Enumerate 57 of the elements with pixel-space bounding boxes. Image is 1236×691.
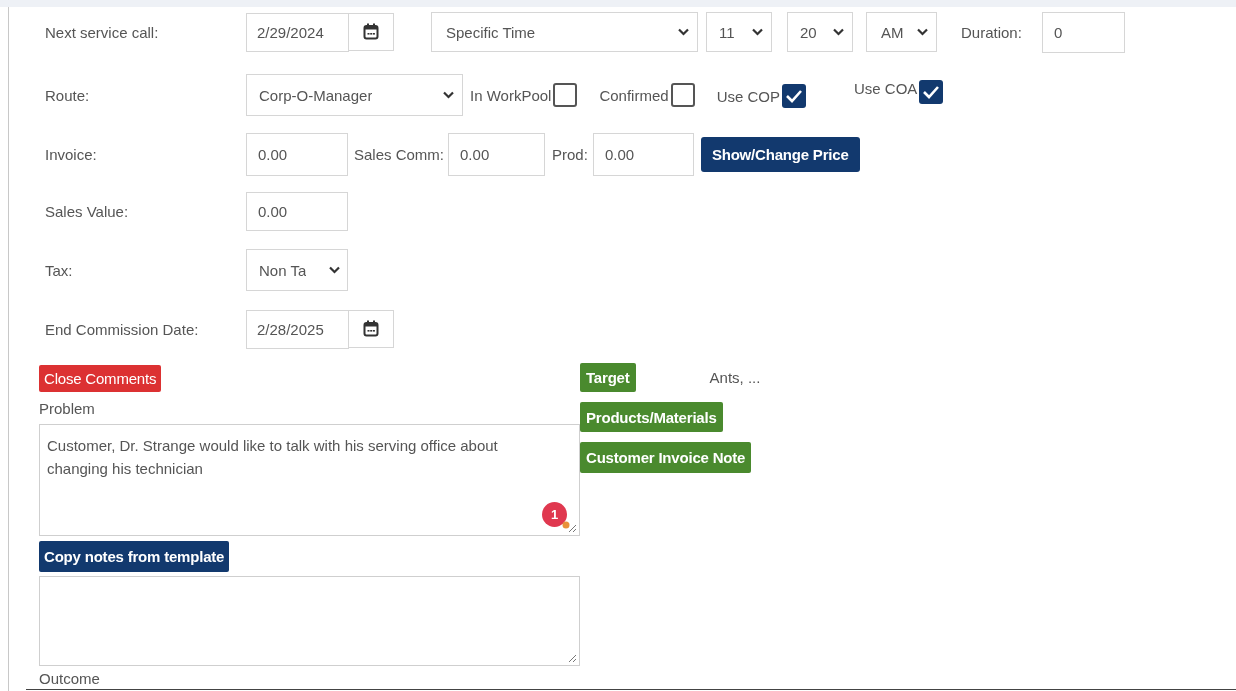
field-label: Route: xyxy=(45,86,91,104)
check-icon xyxy=(785,89,803,103)
checkbox-label: Confirmed xyxy=(599,86,669,104)
checkbox[interactable] xyxy=(919,80,944,104)
status-dot-icon xyxy=(562,521,570,529)
target-button[interactable]: Target xyxy=(580,363,636,392)
chevron-icon xyxy=(833,28,844,36)
checkbox-label: Use COA xyxy=(854,80,918,97)
input-field[interactable]: 0.00 xyxy=(246,132,348,176)
products-materials-button[interactable]: Products/Materials xyxy=(580,402,723,432)
date-field[interactable]: 2/29/2024 xyxy=(246,12,349,52)
chevron-icon xyxy=(678,28,689,36)
show-change-price-button[interactable]: Show/Change Price xyxy=(700,136,860,172)
dropdown[interactable]: Specific Time xyxy=(431,12,698,52)
field-label: Sales Value: xyxy=(45,202,130,220)
date-field[interactable]: 2/28/2025 xyxy=(246,309,349,349)
chevron-icon xyxy=(443,91,454,99)
field-label: Duration: xyxy=(961,23,1022,41)
checkbox[interactable] xyxy=(670,83,695,107)
text-area[interactable]: Customer, Dr. Strange would like to talk with his serving office about changing his technician 1 xyxy=(39,424,580,536)
field-label: Prod: xyxy=(552,145,588,163)
field-label: Invoice: xyxy=(45,145,98,163)
input-field[interactable]: 0 xyxy=(1041,11,1125,53)
check-icon xyxy=(922,85,941,99)
input-field[interactable]: 0.00 xyxy=(246,191,348,231)
close-comments-button[interactable]: Close Comments xyxy=(39,365,162,392)
copy-notes-button[interactable]: Copy notes from template xyxy=(39,541,230,572)
chevron-icon xyxy=(917,28,928,36)
calendar-icon xyxy=(363,320,379,337)
customer-invoice-note-button[interactable]: Customer Invoice Note xyxy=(580,442,752,473)
dropdown[interactable]: 11 xyxy=(706,12,772,52)
field-label: Sales Comm: xyxy=(354,145,445,163)
chevron-icon xyxy=(329,266,340,274)
chevron-icon xyxy=(752,28,763,36)
dropdown[interactable]: Corp-O-Manager xyxy=(246,74,463,116)
section-label: Outcome xyxy=(39,668,101,689)
section-label: Problem xyxy=(39,398,96,419)
input-field[interactable]: 0.00 xyxy=(592,132,694,176)
checkbox[interactable] xyxy=(553,83,578,107)
calendar-button[interactable] xyxy=(349,12,394,51)
checkbox-label: In WorkPool xyxy=(470,86,552,104)
note-text: Customer, Dr. Strange would like to talk with his serving office about changing his technician xyxy=(47,437,498,477)
calendar-button[interactable] xyxy=(349,309,394,348)
checkbox[interactable] xyxy=(782,84,806,108)
resize-grip-icon xyxy=(567,653,577,663)
dropdown[interactable]: 20 xyxy=(787,12,853,52)
notification-badge[interactable]: 1 xyxy=(542,502,567,527)
calendar-icon xyxy=(363,23,379,40)
field-label: Next service call: xyxy=(45,23,160,41)
field-label: Tax: xyxy=(45,261,74,279)
dropdown[interactable]: AM xyxy=(866,12,937,52)
input-field[interactable]: 0.00 xyxy=(448,132,546,176)
dropdown[interactable]: Non Ta xyxy=(246,249,348,291)
checkbox-label: Use COP xyxy=(716,87,780,105)
target-value: Ants, ... xyxy=(709,369,761,386)
resize-grip-icon xyxy=(567,523,577,533)
field-label: End Commission Date: xyxy=(45,320,200,338)
